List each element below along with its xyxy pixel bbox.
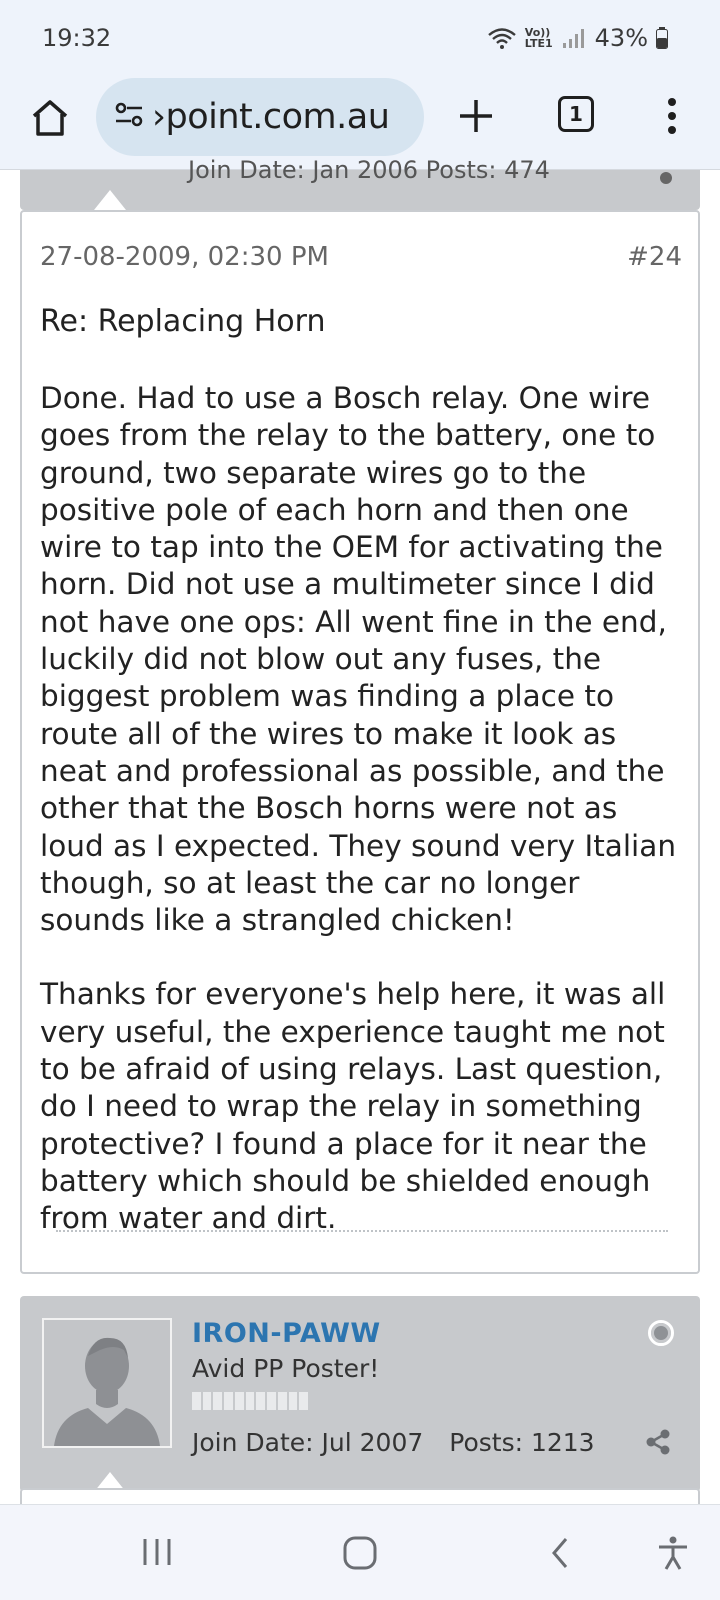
recent-apps-icon[interactable]	[140, 1535, 174, 1573]
address-bar[interactable]: ›point.com.au	[96, 78, 424, 156]
post-title: Re: Replacing Horn	[40, 304, 326, 339]
status-bar: 19:32 Vo)) LTE1 43%	[0, 0, 720, 78]
username-link[interactable]: IRON-PAWW	[192, 1318, 381, 1349]
signal-icon	[561, 27, 587, 49]
post-card: 27-08-2009, 02:30 PM #24 Re: Replacing H…	[20, 210, 700, 1274]
overflow-menu-button[interactable]	[660, 94, 684, 138]
online-status-icon	[648, 1320, 674, 1346]
previous-post-share-icon[interactable]	[660, 172, 672, 184]
new-tab-button[interactable]	[454, 94, 498, 138]
battery-icon	[656, 27, 668, 49]
avatar[interactable]	[42, 1318, 172, 1448]
reputation-bar	[192, 1392, 309, 1410]
new-tab-icon	[460, 100, 492, 132]
post-pointer-arrow	[94, 190, 126, 210]
post-count: Posts: 1213	[449, 1428, 595, 1457]
home-icon[interactable]	[342, 1535, 378, 1575]
home-button[interactable]	[28, 96, 72, 140]
back-icon[interactable]	[548, 1535, 572, 1575]
post-date: 27-08-2009, 02:30 PM	[40, 242, 329, 272]
post-number-link[interactable]: #24	[627, 242, 682, 272]
join-date: Join Date: Jul 2007	[192, 1428, 424, 1457]
volte-icon: Vo)) LTE1	[525, 27, 553, 49]
site-settings-icon[interactable]	[112, 98, 146, 136]
next-post-user-header: IRON-PAWW Avid PP Poster! Join Date: Jul…	[20, 1296, 700, 1492]
signature-divider	[56, 1230, 668, 1232]
accessibility-icon[interactable]	[656, 1535, 690, 1575]
share-icon[interactable]	[644, 1428, 672, 1460]
tab-switcher-icon[interactable]: 1	[558, 96, 594, 132]
overflow-menu-icon	[668, 98, 676, 134]
url-text: ›point.com.au	[152, 97, 390, 137]
default-avatar-icon	[44, 1320, 170, 1446]
status-time: 19:32	[42, 24, 112, 52]
previous-post-stats: Join Date: Jan 2006 Posts: 474	[188, 156, 550, 184]
post-paragraph: Thanks for everyone's help here, it was …	[40, 977, 666, 1236]
user-rank: Avid PP Poster!	[192, 1354, 380, 1383]
lte-label: LTE1	[524, 37, 553, 50]
system-navigation-bar	[0, 1504, 720, 1600]
user-stats: Join Date: Jul 2007 Posts: 1213	[192, 1428, 595, 1457]
battery-percent: 43%	[594, 24, 648, 52]
post-body: Done. Had to use a Bosch relay. One wire…	[40, 380, 690, 1275]
home-icon	[32, 100, 68, 136]
wifi-icon	[487, 26, 517, 50]
post-paragraph: Done. Had to use a Bosch relay. One wire…	[40, 381, 677, 938]
status-icons: Vo)) LTE1 43%	[487, 24, 668, 52]
